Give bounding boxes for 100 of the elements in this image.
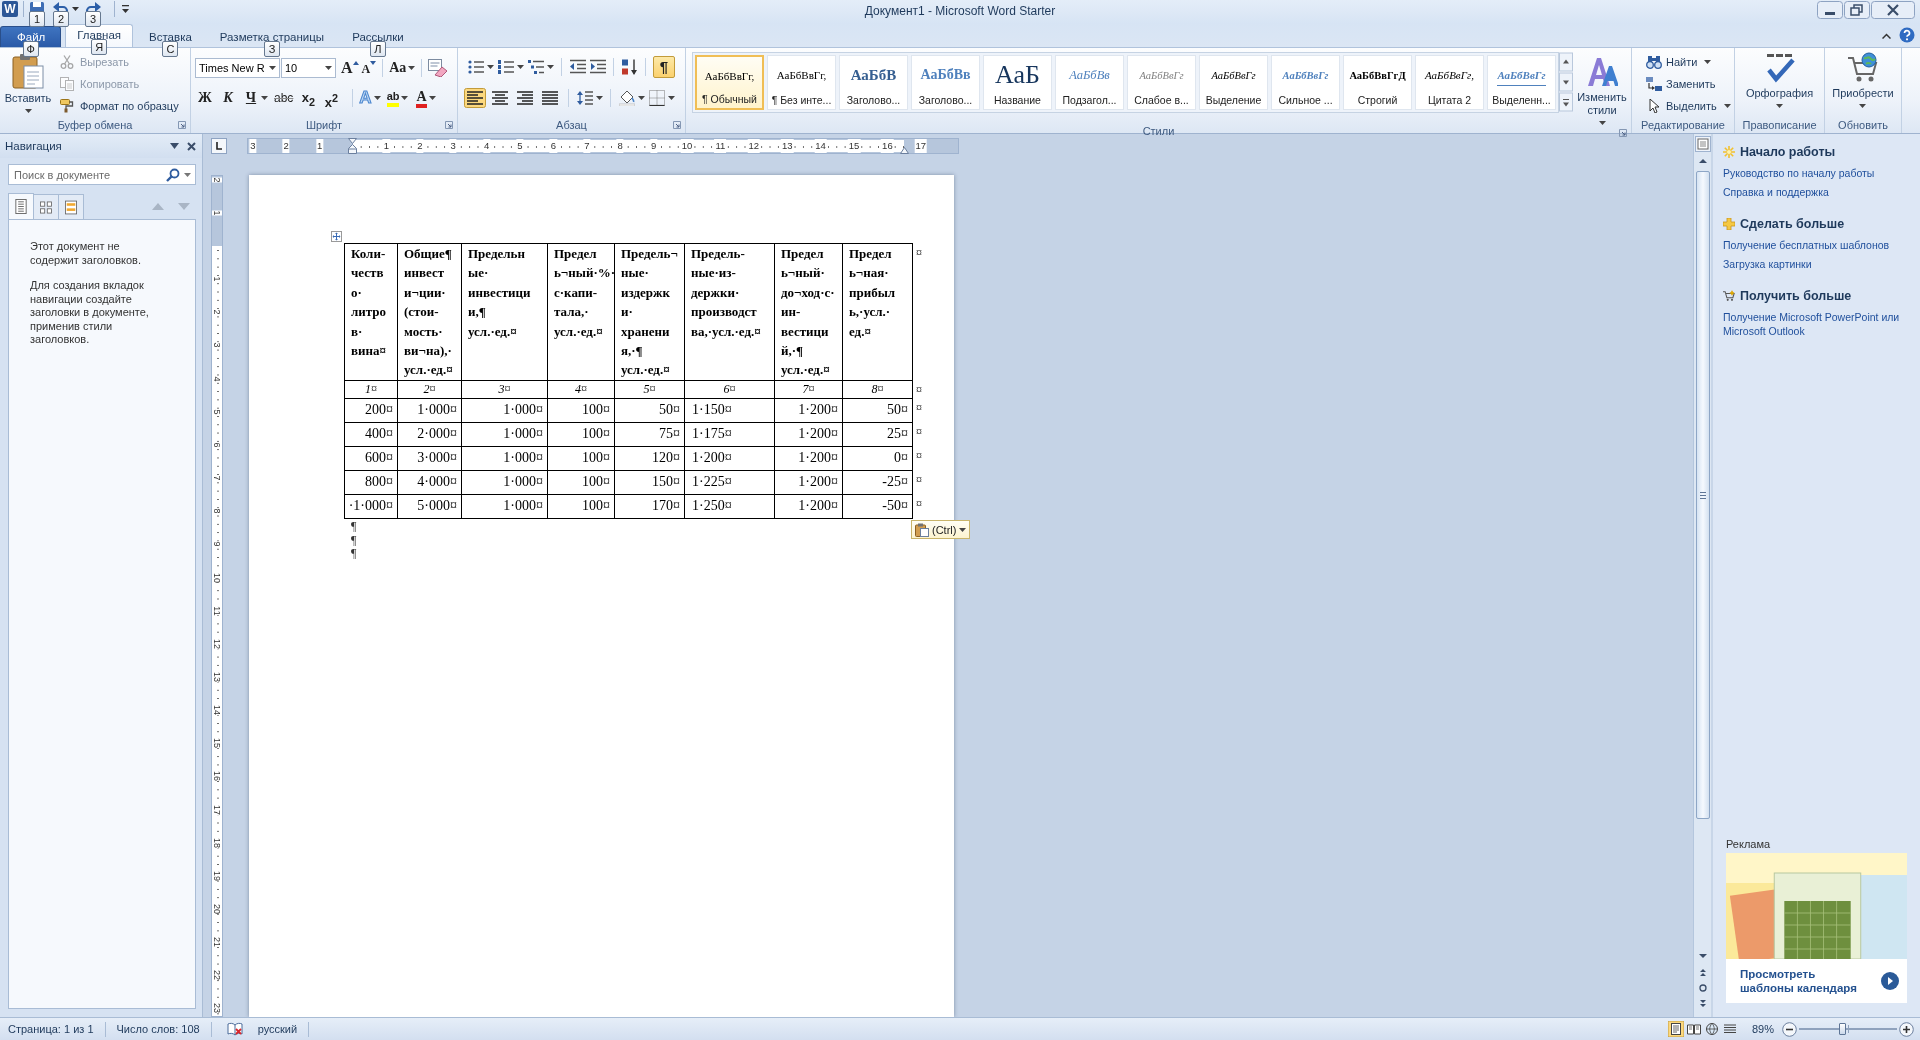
search-icon[interactable] — [166, 168, 180, 182]
shrink-font-button[interactable]: A — [361, 58, 377, 78]
help-link[interactable]: Руководство по началу работы — [1723, 166, 1913, 180]
minimize-icon[interactable] — [1817, 1, 1843, 19]
pages-tab[interactable] — [33, 194, 59, 219]
customize-menu-icon[interactable] — [122, 5, 129, 13]
underline-button[interactable]: Ч — [243, 88, 259, 108]
format-painter-button[interactable]: Формат по образцу — [60, 97, 179, 115]
page-count[interactable]: Страница: 1 из 1 — [8, 1023, 94, 1035]
style-item[interactable]: АаБбВвГг Сильное ... — [1271, 55, 1340, 110]
help-icon[interactable] — [1899, 27, 1915, 43]
change-case-button[interactable]: Aa — [389, 58, 416, 78]
headings-tab[interactable] — [8, 193, 34, 219]
dialog-launcher-icon[interactable] — [445, 121, 453, 129]
help-link[interactable]: Загрузка картинки — [1723, 257, 1913, 271]
web-view-icon[interactable] — [1703, 1021, 1720, 1037]
caret-icon[interactable] — [547, 65, 554, 69]
font-name-field[interactable]: Times New R — [195, 58, 280, 78]
font-color-button[interactable]: A — [416, 88, 427, 108]
help-link[interactable]: Справка и поддержка — [1723, 185, 1913, 199]
bullet-list-icon[interactable] — [468, 59, 484, 75]
search-field[interactable]: Поиск в документе — [8, 164, 196, 185]
grow-font-button[interactable]: A — [341, 58, 359, 78]
spelling-button[interactable]: Орфография — [1745, 48, 1814, 117]
caret-icon[interactable] — [72, 7, 79, 11]
results-tab[interactable] — [58, 194, 84, 219]
style-item[interactable]: АаБбВвГг, Цитата 2 — [1415, 55, 1484, 110]
paste-options-button[interactable]: (Ctrl) — [911, 520, 971, 539]
multilevel-list-icon[interactable] — [528, 59, 544, 75]
vertical-scrollbar[interactable] — [1693, 134, 1711, 1017]
help-link[interactable]: Получение Microsoft PowerPoint или Microsoft Outlook — [1723, 310, 1913, 338]
help-link[interactable]: Получение бесплатных шаблонов — [1723, 238, 1913, 252]
ruler-toggle-icon[interactable] — [1694, 136, 1711, 152]
find-button[interactable]: Найти — [1646, 52, 1734, 71]
select-button[interactable]: Выделить — [1646, 96, 1734, 115]
print-view-icon[interactable] — [1667, 1021, 1684, 1037]
zoom-in-icon[interactable] — [1899, 1021, 1914, 1037]
move-icon[interactable] — [331, 231, 342, 242]
italic-button[interactable]: К — [220, 88, 236, 108]
close-icon[interactable] — [1871, 1, 1915, 19]
caret-icon[interactable] — [269, 66, 276, 70]
style-item[interactable]: АаБбВвГг Выделенн... — [1487, 55, 1556, 110]
caret-icon[interactable] — [184, 173, 191, 177]
caret-icon[interactable] — [325, 66, 332, 70]
caret-icon[interactable] — [638, 96, 645, 100]
numbered-list-icon[interactable] — [498, 59, 514, 75]
style-item[interactable]: АаБбВ Заголово... — [839, 55, 908, 110]
caret-icon[interactable] — [428, 96, 436, 100]
highlight-button[interactable]: ab — [386, 89, 400, 107]
more-icon[interactable] — [1559, 92, 1573, 112]
increase-indent-icon[interactable] — [590, 59, 606, 75]
subscript-button[interactable]: x$_{2}$ — [300, 88, 317, 108]
tab-stop-icon[interactable] — [211, 138, 227, 154]
close-icon[interactable] — [187, 141, 196, 151]
indent-marker[interactable] — [348, 138, 357, 154]
paint-bucket-icon[interactable] — [619, 90, 635, 106]
word-count[interactable]: Число слов: 108 — [116, 1023, 200, 1035]
zoom-out-icon[interactable] — [1782, 1021, 1797, 1037]
caret-icon[interactable] — [487, 65, 494, 69]
style-item[interactable]: АаБбВв Подзагол... — [1055, 55, 1124, 110]
style-item[interactable]: АаБбВвГг Выделение — [1199, 55, 1268, 110]
align-justify-icon[interactable] — [539, 88, 561, 108]
align-right-icon[interactable] — [514, 88, 536, 108]
caret-icon[interactable] — [517, 65, 524, 69]
language-text[interactable]: русский — [257, 1023, 298, 1035]
font-size-field[interactable]: 10 — [281, 58, 336, 78]
zoom-level[interactable]: 89% — [1751, 1023, 1774, 1035]
style-item[interactable]: АаБбВвГг, ¶ Обычный — [695, 55, 764, 110]
spelling-icon[interactable] — [226, 1022, 243, 1036]
reading-view-icon[interactable] — [1685, 1021, 1702, 1037]
line-spacing-icon[interactable] — [577, 90, 593, 106]
indent-marker[interactable] — [900, 147, 909, 154]
ad-banner[interactable]: Просмотреть шаблоны календаря — [1726, 853, 1907, 1003]
decrease-indent-icon[interactable] — [570, 59, 586, 75]
change-styles-button[interactable]: Изменить стили — [1574, 52, 1630, 125]
superscript-button[interactable]: x$^{2}$ — [323, 88, 340, 108]
show-marks-button[interactable]: ¶ — [653, 56, 675, 78]
borders-icon[interactable] — [649, 90, 665, 106]
slider-thumb[interactable] — [1839, 1023, 1847, 1035]
ad-link[interactable]: Просмотреть шаблоны календаря — [1740, 967, 1857, 995]
dialog-launcher-icon[interactable] — [1619, 129, 1627, 137]
style-item[interactable]: АаБбВвГг, ¶ Без инте... — [767, 55, 836, 110]
scroll-thumb[interactable] — [1695, 171, 1710, 819]
app-logo[interactable]: W — [2, 1, 18, 17]
dialog-launcher-icon[interactable] — [673, 121, 681, 129]
caret-icon[interactable] — [261, 96, 268, 100]
chevron-up-icon[interactable] — [1882, 33, 1891, 39]
replace-button[interactable]: Заменить — [1646, 74, 1734, 93]
scroll-up-icon[interactable] — [1559, 52, 1573, 72]
style-item[interactable]: АаБбВвГг Слабое в... — [1127, 55, 1196, 110]
purchase-button[interactable]: Приобрести — [1832, 48, 1894, 117]
dialog-launcher-icon[interactable] — [178, 121, 186, 129]
caret-icon[interactable] — [596, 96, 603, 100]
caret-icon[interactable] — [373, 96, 381, 100]
style-item[interactable]: АаБбВвГгД Строгий — [1343, 55, 1412, 110]
caret-icon[interactable] — [401, 96, 409, 100]
dropdown-icon[interactable] — [170, 143, 179, 149]
bold-button[interactable]: Ж — [197, 88, 213, 108]
style-item[interactable]: АаБ Название — [983, 55, 1052, 110]
maximize-icon[interactable] — [1844, 1, 1870, 19]
